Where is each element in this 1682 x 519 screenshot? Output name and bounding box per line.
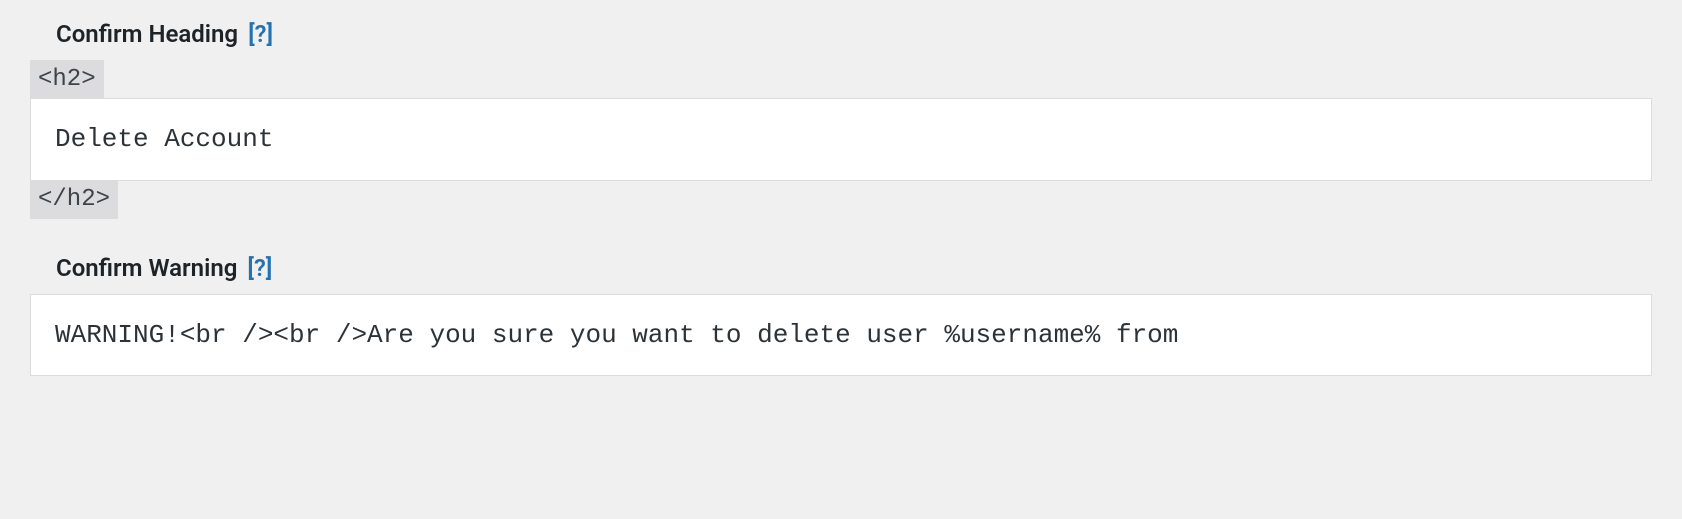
confirm-warning-group: Confirm Warning [?]	[30, 254, 1652, 376]
confirm-heading-close-tag: </h2>	[30, 180, 118, 219]
confirm-heading-open-tag: <h2>	[30, 60, 104, 99]
confirm-heading-label: Confirm Heading [?]	[30, 20, 1652, 48]
confirm-heading-input[interactable]	[30, 98, 1652, 180]
confirm-warning-input[interactable]	[30, 294, 1652, 376]
confirm-heading-help-link[interactable]: [?]	[248, 20, 273, 48]
confirm-warning-label: Confirm Warning [?]	[30, 254, 1652, 282]
confirm-warning-help-link[interactable]: [?]	[247, 254, 272, 282]
confirm-heading-label-text: Confirm Heading	[56, 20, 238, 48]
confirm-warning-label-text: Confirm Warning	[56, 254, 237, 282]
confirm-heading-group: Confirm Heading [?] <h2> </h2>	[30, 20, 1652, 219]
